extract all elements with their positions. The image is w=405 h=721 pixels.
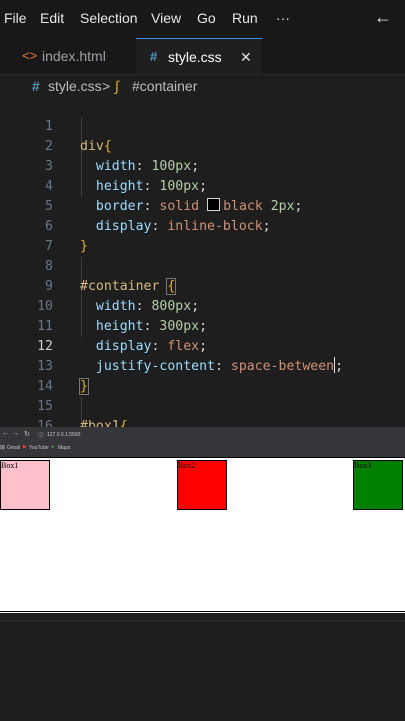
breadcrumb: # style.css > ∫ #container: [0, 75, 405, 97]
menu-view[interactable]: View: [151, 10, 181, 26]
code-line: 6 }: [0, 197, 405, 254]
code-line: 5 display: inline-block;: [0, 177, 405, 234]
bookmark-youtube[interactable]: YouTube: [29, 445, 49, 451]
code-line: 17 }: [0, 417, 405, 427]
arrow-left-icon[interactable]: ←: [374, 7, 392, 28]
box2: Box2: [177, 460, 227, 510]
menu-more[interactable]: ···: [276, 10, 290, 26]
browser-preview: ← → ↻ ⓘ 127.0.0.1:5500 ⊞ Gmail ▶ YouTube…: [0, 427, 405, 613]
code-line: 16 background-color: pink;: [0, 397, 405, 427]
tab-bar: <> index.html # style.css ✕: [0, 38, 405, 75]
code-line: 11 display: flex;: [0, 297, 405, 354]
code-line-current: 12 justify-content: space-between;: [0, 317, 405, 374]
code-line: 7: [0, 217, 405, 254]
close-icon[interactable]: ✕: [240, 49, 252, 66]
menu-bar: File Edit Selection View Go Run ··· ←: [0, 0, 405, 38]
bookmark-gmail[interactable]: Gmail: [7, 445, 20, 451]
nav-back-icon[interactable]: ←: [2, 430, 9, 437]
bottom-panel: [0, 620, 405, 721]
code-line: 3 height: 100px;: [0, 137, 405, 194]
bookmark-maps[interactable]: Maps: [58, 445, 70, 451]
browser-toolbar: ← → ↻ ⓘ 127.0.0.1:5500 ⊞ Gmail ▶ YouTube…: [0, 427, 405, 457]
css-file-icon: #: [150, 49, 158, 64]
code-editor[interactable]: 1 div{ 2 width: 100px; 3 height: 100px; …: [0, 97, 405, 427]
code-line: 8 #container {: [0, 237, 405, 295]
tab-label: index.html: [42, 48, 106, 64]
menu-run[interactable]: Run: [232, 10, 258, 26]
menu-go[interactable]: Go: [197, 10, 216, 26]
code-line: 4 border: solid black 2px;: [0, 157, 405, 214]
reload-icon[interactable]: ↻: [24, 430, 30, 438]
code-line: 1 div{: [0, 97, 405, 154]
menu-selection[interactable]: Selection: [80, 10, 138, 26]
youtube-icon: ▶: [23, 444, 27, 450]
menu-edit[interactable]: Edit: [40, 10, 64, 26]
nav-forward-icon[interactable]: →: [12, 430, 19, 437]
code-line: 2 width: 100px;: [0, 117, 405, 174]
code-line: 14: [0, 357, 405, 394]
code-line: 10 height: 300px;: [0, 277, 405, 334]
box-label: Box2: [178, 461, 196, 470]
rendered-page: Box1 Box2 Box3: [0, 457, 405, 612]
box1: Box1: [0, 460, 50, 510]
box-label: Box1: [1, 461, 19, 470]
box-label: Box3: [354, 461, 372, 470]
css-file-icon: #: [32, 78, 40, 94]
menu-file[interactable]: File: [4, 10, 27, 26]
tab-label: style.css: [168, 49, 222, 65]
code-line: 9 width: 800px;: [0, 257, 405, 314]
symbol-icon: ∫: [115, 78, 119, 94]
code-line: 13 }: [0, 337, 405, 395]
box3: Box3: [353, 460, 403, 510]
site-info-icon[interactable]: ⓘ: [38, 431, 44, 440]
html-file-icon: <>: [22, 48, 38, 63]
breadcrumb-symbol[interactable]: #container: [132, 78, 197, 94]
breadcrumb-file[interactable]: style.css: [48, 78, 102, 94]
breadcrumb-separator: >: [102, 78, 111, 94]
maps-icon: ●: [51, 444, 55, 450]
apps-icon[interactable]: ⊞: [0, 444, 5, 451]
tab-index-html[interactable]: <> index.html: [0, 38, 135, 74]
code-line: 15 #box1{: [0, 377, 405, 427]
tab-style-css[interactable]: # style.css ✕: [136, 38, 262, 74]
address-bar[interactable]: 127.0.0.1:5500: [47, 432, 80, 438]
